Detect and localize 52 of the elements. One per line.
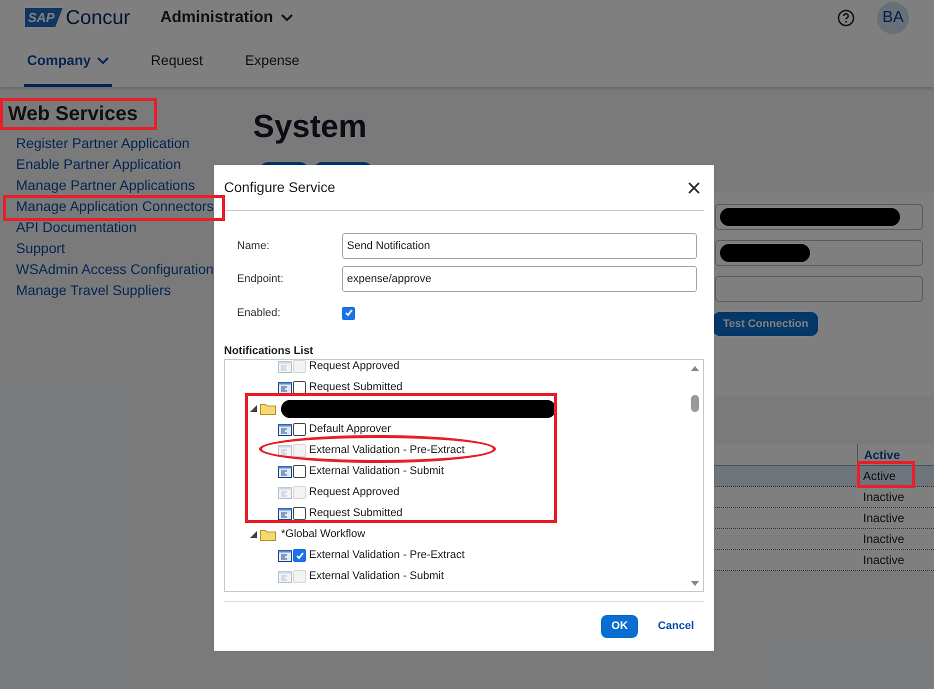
checkbox[interactable] bbox=[293, 507, 306, 520]
checkbox[interactable] bbox=[293, 465, 306, 478]
text-field[interactable] bbox=[715, 240, 923, 266]
status-cell-text: Inactive bbox=[863, 489, 904, 506]
text-field[interactable] bbox=[715, 204, 923, 230]
nav-tab[interactable]: Request bbox=[148, 50, 206, 87]
column-header[interactable]: Active bbox=[857, 444, 934, 465]
checkbox[interactable] bbox=[342, 306, 355, 320]
checkbox[interactable] bbox=[293, 423, 306, 436]
folder-label: *Global Workflow bbox=[281, 527, 366, 542]
status-cell-text: Inactive bbox=[863, 552, 904, 569]
help-icon[interactable] bbox=[837, 8, 855, 26]
field-label: Name: bbox=[237, 238, 270, 254]
cancel-button[interactable]: Cancel bbox=[658, 618, 694, 635]
logo-name: Concur bbox=[66, 6, 130, 30]
close-icon[interactable] bbox=[688, 182, 700, 194]
chevron-down-icon bbox=[281, 14, 294, 22]
expand-triangle-icon[interactable] bbox=[250, 405, 257, 412]
user-avatar[interactable]: BA bbox=[877, 2, 909, 34]
nav-tab[interactable]: Expense bbox=[242, 50, 302, 87]
folder-icon bbox=[260, 402, 276, 415]
checkbox[interactable] bbox=[293, 549, 306, 562]
page-title: System bbox=[252, 107, 368, 146]
sidebar-title: Web Services bbox=[8, 102, 138, 126]
notification-label: Request Submitted bbox=[309, 506, 403, 522]
dialog-title: Configure Service bbox=[224, 178, 336, 197]
notification-label: External Validation - Pre-Extract bbox=[309, 443, 465, 458]
checkbox[interactable] bbox=[293, 381, 306, 394]
status-cell-text: Inactive bbox=[863, 510, 904, 527]
ok-button[interactable]: OK bbox=[601, 615, 638, 638]
text-field[interactable] bbox=[715, 276, 923, 302]
notification-label: Request Submitted bbox=[309, 380, 403, 396]
expand-triangle-icon[interactable] bbox=[250, 531, 257, 538]
nav-tab[interactable]: Company bbox=[24, 50, 112, 87]
logo-mark: SAP bbox=[25, 8, 63, 28]
name-input[interactable]: Send Notification bbox=[342, 233, 697, 259]
notification-label: External Validation - Pre-Extract bbox=[309, 548, 465, 564]
notification-label: External Validation - Submit bbox=[309, 464, 444, 480]
endpoint-input[interactable]: expense/approve bbox=[342, 266, 697, 292]
notification-label: External Validation - Submit bbox=[309, 569, 444, 584]
test-connection-button[interactable]: Test Connection bbox=[713, 312, 818, 336]
notification-label: Request Approved bbox=[309, 360, 400, 374]
section-title: Notifications List bbox=[224, 344, 314, 358]
notification-label: Request Approved bbox=[309, 485, 400, 500]
status-cell-text: Active bbox=[863, 468, 896, 485]
status-cell-text: Inactive bbox=[863, 531, 904, 548]
field-label: Enabled: bbox=[237, 306, 282, 321]
highlight-frame bbox=[857, 461, 915, 488]
sidebar-link[interactable]: Register Partner Application bbox=[8, 133, 245, 154]
field-label: Endpoint: bbox=[237, 272, 284, 287]
app-menu-button[interactable]: Administration bbox=[160, 6, 294, 30]
notification-label: Default Approver bbox=[309, 422, 391, 438]
